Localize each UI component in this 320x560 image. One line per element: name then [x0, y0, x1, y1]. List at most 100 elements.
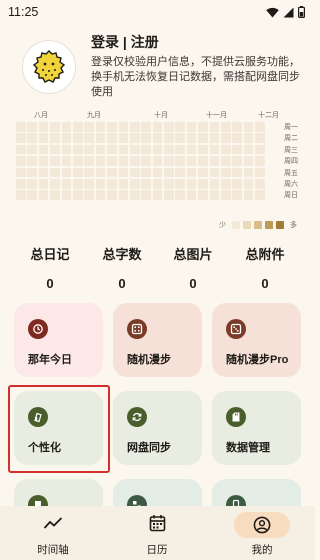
card-label: 数据管理: [226, 442, 270, 454]
month-label: 九月: [87, 112, 101, 119]
heatmap-cell: [141, 144, 151, 155]
nav-mine[interactable]: 我的: [232, 512, 292, 557]
heatmap-cell: [198, 156, 208, 166]
stat-value: 0: [189, 276, 197, 291]
stat-label: 总附件: [245, 247, 285, 262]
heatmap-cell: [118, 156, 129, 166]
heatmap-cell: [72, 178, 83, 189]
stat-value: 0: [46, 276, 54, 291]
weekday-label: 周四: [284, 158, 298, 166]
avatar[interactable]: [22, 40, 76, 94]
profile-header: 登录 | 注册 登录仅校验用户信息，不提供云服务功能，换手机无法恢复日记数据，需…: [18, 32, 308, 112]
heatmap-cell: [61, 178, 72, 189]
wifi-icon: [266, 7, 279, 17]
card-label: 网盘同步: [127, 442, 171, 454]
heatmap-cell: [221, 190, 231, 200]
heatmap-cell: [38, 156, 49, 166]
heatmap-cell: [198, 190, 208, 200]
stat-value: 0: [118, 276, 126, 291]
heatmap-cell: [84, 167, 94, 178]
durian-avatar-icon: [32, 50, 66, 83]
heatmap-cell: [209, 122, 220, 132]
heatmap-cell: [198, 178, 208, 189]
heatmap-cell: [38, 178, 49, 189]
heatmap-cell: [186, 178, 197, 189]
stat-label: 总日记: [30, 247, 70, 262]
heatmap-cell: [175, 133, 186, 143]
heatmap-cell: [198, 133, 208, 143]
card-data-management[interactable]: 数据管理: [212, 391, 301, 465]
sync-icon: [127, 407, 147, 427]
heatmap-cell: [50, 156, 60, 166]
heatmap-cell: [141, 133, 151, 143]
heatmap-cell: [243, 144, 254, 155]
heatmap-cell: [118, 167, 129, 178]
battery-icon: [298, 6, 305, 18]
heatmap-cell: [255, 190, 265, 200]
month-label: 八月: [34, 112, 48, 119]
dice-icon: [226, 319, 246, 339]
nav-timeline[interactable]: 时间轴: [23, 512, 83, 557]
heatmap-cell: [198, 122, 208, 132]
card-label: 那年今日: [28, 354, 72, 366]
heatmap-cell: [152, 156, 163, 166]
card-on-this-day[interactable]: 那年今日: [14, 303, 103, 377]
stat-total-diaries: 总日记 0: [14, 244, 86, 291]
heatmap-cell: [186, 144, 197, 155]
stat-label: 总图片: [173, 247, 213, 262]
stat-total-images: 总图片 0: [157, 244, 229, 291]
heatmap-cell: [175, 190, 186, 200]
legend-swatch: [243, 221, 251, 229]
heatmap-cell: [232, 122, 243, 132]
heatmap-cell: [255, 122, 265, 132]
heatmap-cell: [118, 122, 129, 132]
heatmap-cell: [164, 133, 174, 143]
heatmap-cell: [61, 167, 72, 178]
heatmap-cell: [61, 122, 72, 132]
heatmap-cell: [107, 190, 117, 200]
heatmap-cell: [243, 156, 254, 166]
month-label: 十一月: [206, 112, 227, 119]
heatmap-cell: [141, 178, 151, 189]
heatmap-cell: [61, 156, 72, 166]
heatmap-cell: [221, 144, 231, 155]
card-random-walk[interactable]: 随机漫步: [113, 303, 202, 377]
dice-icon: [127, 319, 147, 339]
heatmap-cell: [107, 133, 117, 143]
heatmap-cell: [95, 190, 106, 200]
card-random-walk-pro[interactable]: 随机漫步Pro: [212, 303, 301, 377]
heatmap-cell: [27, 167, 37, 178]
heatmap-cell: [209, 144, 220, 155]
heatmap-cell: [198, 144, 208, 155]
heatmap-cell: [221, 167, 231, 178]
status-icons: [266, 6, 305, 18]
heatmap-cell: [243, 178, 254, 189]
heatmap-cell: [186, 190, 197, 200]
history-icon: [28, 319, 48, 339]
legend-swatch: [276, 221, 284, 229]
heatmap-cell: [129, 144, 140, 155]
heatmap-cell: [27, 156, 37, 166]
heatmap-cell: [186, 156, 197, 166]
heatmap-cell: [232, 190, 243, 200]
heatmap-cell: [72, 190, 83, 200]
heatmap-cell: [129, 167, 140, 178]
heatmap-cell: [61, 133, 72, 143]
heatmap-cell: [141, 122, 151, 132]
login-register-link[interactable]: 登录 | 注册: [91, 32, 159, 52]
heatmap-cell: [72, 122, 83, 132]
card-cloud-sync[interactable]: 网盘同步: [113, 391, 202, 465]
weekday-label: 周二: [284, 135, 298, 143]
heatmap-cell: [27, 178, 37, 189]
timeline-icon: [23, 512, 83, 534]
legend-swatch: [265, 221, 273, 229]
nav-calendar[interactable]: 日历: [127, 512, 187, 557]
heatmap-cell: [16, 167, 26, 178]
heatmap-cell: [255, 167, 265, 178]
heatmap-cell: [50, 190, 60, 200]
heatmap-cell: [209, 156, 220, 166]
weekday-label: 周一: [284, 124, 298, 131]
weekday-label: 周日: [284, 192, 298, 200]
heatmap-cell: [95, 122, 106, 132]
activity-heatmap: 八月 九月 十月 十一月 十二月 周一 周二 周三 周四 周五 周六 周日 少 …: [14, 110, 309, 230]
